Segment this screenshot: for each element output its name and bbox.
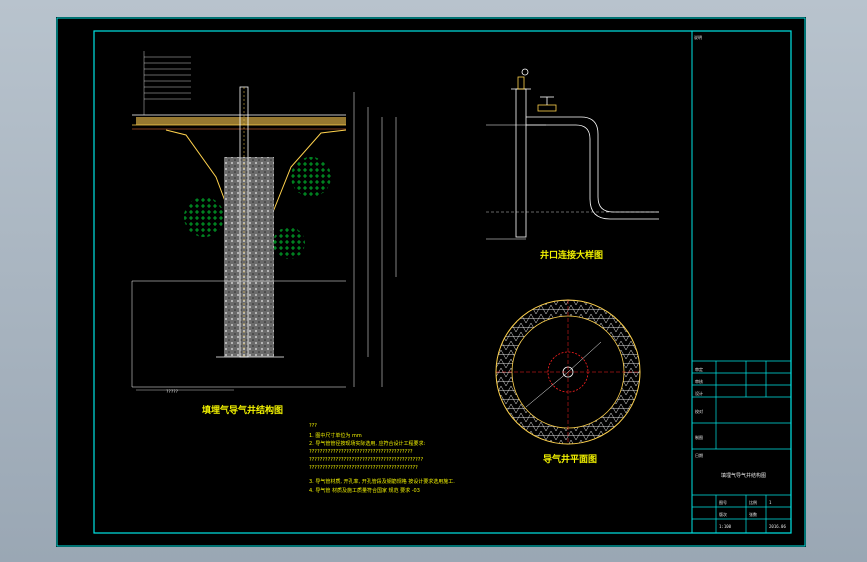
tb-field-3: 张数 (749, 511, 757, 517)
tb-row-5: 日期 (695, 452, 703, 458)
bottom-marker: ????? (166, 389, 179, 394)
title-left: 填埋气导气井结构图 (202, 404, 283, 416)
notes-heading: ??? (309, 423, 317, 429)
title-block (692, 360, 791, 533)
tb-value-2: 2016.06 (769, 524, 786, 529)
tb-field-0: 图号 (719, 499, 727, 505)
wellhead-detail-drawing (486, 68, 659, 240)
tb-row-3: 校对 (695, 408, 703, 414)
cad-viewport: 说明 审定 审核 设计 校对 制图 日期 填埋气导气井结构图 图号 比例 版次 … (0, 0, 867, 562)
note-line-0: 1. 图中尺寸单位为 mm (309, 432, 362, 439)
tb-row-2: 设计 (695, 390, 703, 396)
corner-label: 说明 (694, 34, 702, 40)
notes-block: ??? 1. 图中尺寸单位为 mm 2. 导气管管径按现场实际选用, 应符合设计… (309, 423, 455, 494)
note-line-6: 4. 导气管 材质及施工质量符合国家 规范 要求 -03 (309, 487, 420, 494)
well-structure-drawing (131, 51, 397, 391)
note-line-2: ??????????????????????????????????????? (309, 449, 413, 455)
tb-value-0: 1 (769, 500, 772, 505)
tb-value-1: 1:100 (719, 524, 732, 529)
title-right-top: 井口连接大样图 (540, 249, 603, 261)
tb-row-4: 制图 (695, 434, 703, 440)
tb-field-1: 比例 (749, 499, 757, 505)
cover-layer (136, 117, 346, 125)
tb-row-0: 审定 (695, 366, 703, 372)
tb-row-1: 审核 (695, 378, 703, 384)
title-right-bottom: 导气井平面图 (543, 453, 597, 465)
well-plan-drawing (495, 299, 641, 445)
inner-frame (93, 30, 792, 534)
note-line-3: ????????????????????????????????????????… (309, 457, 423, 463)
note-line-5: 3. 导气管材质, 开孔率, 开孔管段及钢筋规格 按设计要求选用施工. (309, 478, 455, 485)
outer-frame (56, 17, 806, 547)
drawing-canvas: 说明 审定 审核 设计 校对 制图 日期 填埋气导气井结构图 图号 比例 版次 … (56, 17, 806, 547)
note-line-1: 2. 导气管管径按现场实际选用, 应符合设计工程要求: (309, 440, 426, 447)
tb-field-2: 版次 (719, 511, 727, 517)
note-line-4: ????????????????????????????????????????… (309, 465, 418, 471)
tb-project-label: 填埋气导气井结构图 (721, 472, 766, 479)
drawing-sheet: 说明 审定 审核 设计 校对 制图 日期 填埋气导气井结构图 图号 比例 版次 … (56, 17, 806, 547)
